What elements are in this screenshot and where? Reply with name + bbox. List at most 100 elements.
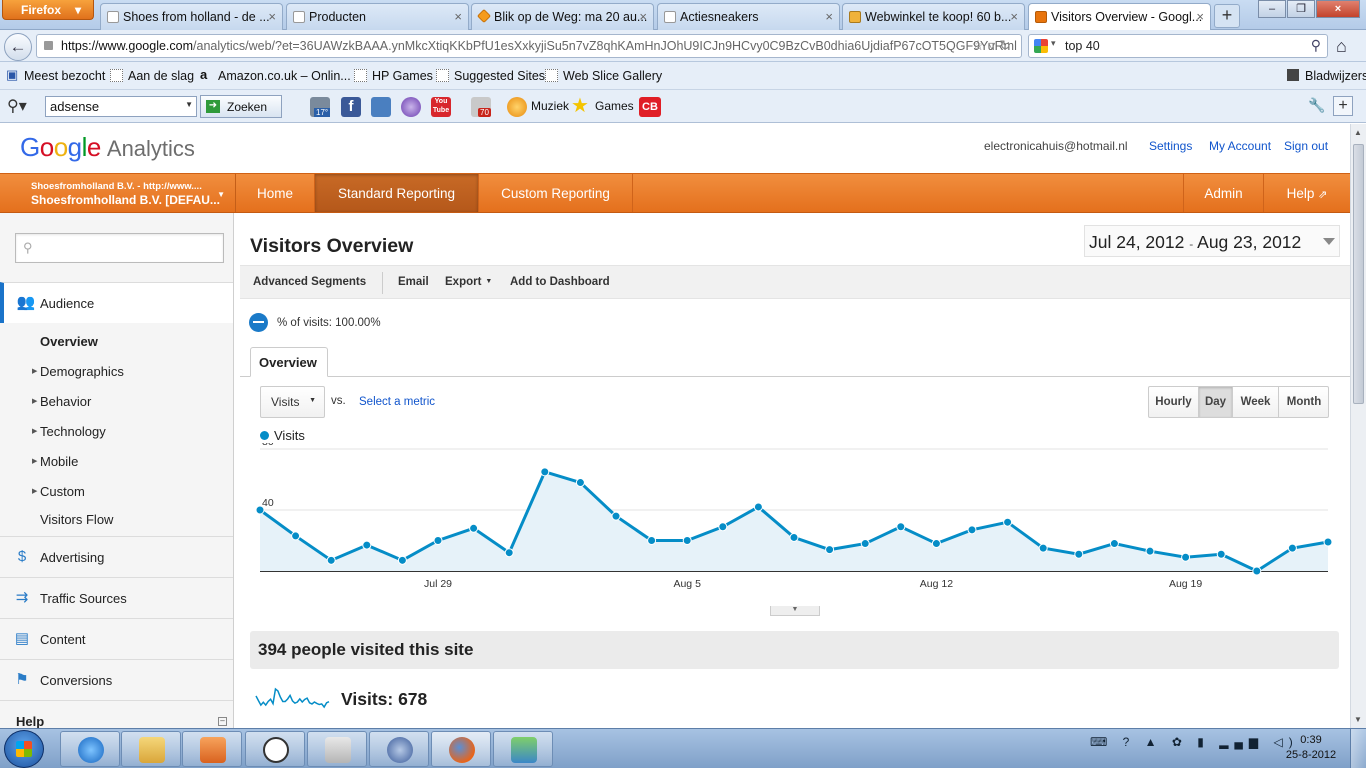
show-desktop-button[interactable] bbox=[1350, 729, 1366, 768]
data-point[interactable] bbox=[1074, 549, 1084, 559]
close-icon[interactable]: × bbox=[268, 9, 276, 24]
data-point[interactable] bbox=[504, 548, 514, 558]
data-point[interactable] bbox=[647, 536, 657, 545]
sidebar-item-behavior[interactable]: ▶ Behavior bbox=[32, 394, 91, 409]
bookmarks-menu[interactable]: Bladwijzers bbox=[1287, 69, 1366, 83]
email-button[interactable]: Email bbox=[398, 276, 429, 288]
add-to-dashboard-button[interactable]: Add to Dashboard bbox=[510, 276, 610, 288]
advanced-segments-button[interactable]: Advanced Segments bbox=[253, 276, 366, 288]
sidebar-section-audience[interactable]: 👥 Audience bbox=[0, 282, 233, 323]
nav-help[interactable]: Help ⇗ bbox=[1264, 174, 1350, 212]
taskbar-presentation[interactable] bbox=[307, 731, 367, 767]
bookmark-suggested-sites[interactable]: Suggested Sites bbox=[436, 69, 545, 83]
home-icon[interactable]: ⌂ bbox=[1336, 36, 1347, 57]
search-icon[interactable]: ⚲ bbox=[1311, 37, 1321, 54]
data-point[interactable] bbox=[362, 540, 372, 550]
browser-tab[interactable]: Webwinkel te koop! 60 b... × bbox=[842, 3, 1025, 30]
back-button[interactable]: ← bbox=[4, 33, 32, 61]
google-analytics-logo[interactable]: Google Analytics bbox=[20, 132, 195, 163]
bookmark-most-visited[interactable]: ▣ Meest bezocht bbox=[6, 67, 105, 83]
taskbar-internet-explorer[interactable] bbox=[60, 731, 120, 767]
chart-resize-handle[interactable]: ▼ bbox=[770, 606, 820, 616]
granularity-month[interactable]: Month bbox=[1279, 387, 1329, 417]
tab-overview[interactable]: Overview bbox=[250, 347, 328, 377]
sidebar-section-traffic-sources[interactable]: ⇉ Traffic Sources bbox=[0, 577, 233, 618]
data-point[interactable] bbox=[789, 532, 799, 542]
sidebar-item-visitors-flow[interactable]: Visitors Flow bbox=[40, 512, 113, 527]
data-point[interactable] bbox=[1181, 552, 1191, 562]
account-selector[interactable]: Shoesfromholland B.V. - http://www.... S… bbox=[0, 174, 236, 212]
data-point[interactable] bbox=[1287, 543, 1297, 553]
sidebar-section-conversions[interactable]: ⚑ Conversions bbox=[0, 659, 233, 701]
data-point[interactable] bbox=[753, 502, 763, 512]
export-button[interactable]: Export ▼ bbox=[445, 276, 492, 288]
taskbar-explorer[interactable] bbox=[121, 731, 181, 767]
taskbar-thunderbird[interactable] bbox=[369, 731, 429, 767]
visits-line-chart[interactable]: 40 80 Jul 29 Aug 5 Aug 12 Aug 19 bbox=[240, 443, 1350, 623]
new-tab-button[interactable]: + bbox=[1214, 4, 1240, 28]
data-point[interactable] bbox=[1003, 517, 1013, 527]
data-point[interactable] bbox=[469, 523, 479, 533]
system-clock[interactable]: 0:39 25-8-2012 bbox=[1280, 734, 1342, 761]
firefox-menu-button[interactable]: Firefox ▾ bbox=[2, 0, 94, 20]
data-point[interactable] bbox=[575, 478, 585, 488]
taskbar-firefox[interactable] bbox=[431, 731, 491, 767]
date-range-picker[interactable]: Jul 24, 2012 - Aug 23, 2012 bbox=[1084, 225, 1340, 257]
browser-search-box[interactable]: ▾ top 40 ⚲ bbox=[1028, 34, 1328, 58]
metric-select[interactable]: Visits ▼ bbox=[260, 386, 325, 418]
toolbar-search-input[interactable]: adsense ▼ bbox=[45, 96, 197, 117]
sidebar-item-overview[interactable]: Overview bbox=[40, 334, 98, 349]
data-point[interactable] bbox=[291, 531, 301, 541]
data-point[interactable] bbox=[1252, 566, 1262, 576]
taskbar-media-player[interactable] bbox=[182, 731, 242, 767]
data-point[interactable] bbox=[967, 525, 977, 535]
settings-link[interactable]: Settings bbox=[1149, 139, 1192, 153]
facebook-icon[interactable]: f bbox=[341, 97, 361, 117]
sidebar-item-demographics[interactable]: ▶ Demographics bbox=[32, 364, 124, 379]
minimize-icon[interactable]: – bbox=[218, 717, 227, 726]
bookmark-amazon[interactable]: a Amazon.co.uk – Onlin... bbox=[200, 67, 351, 83]
data-point[interactable] bbox=[1323, 537, 1333, 547]
data-point[interactable] bbox=[1145, 546, 1155, 556]
data-point[interactable] bbox=[718, 522, 728, 532]
nav-custom-reporting[interactable]: Custom Reporting bbox=[479, 174, 633, 212]
games-counter-icon[interactable]: 70 bbox=[471, 97, 491, 117]
youtube-icon[interactable]: You Tube bbox=[431, 97, 451, 117]
data-point[interactable] bbox=[1038, 543, 1048, 553]
close-icon[interactable]: × bbox=[825, 9, 833, 24]
taskbar-messenger[interactable] bbox=[493, 731, 553, 767]
sidebar-section-advertising[interactable]: $ Advertising bbox=[0, 536, 233, 577]
browser-tab[interactable]: Producten × bbox=[286, 3, 469, 30]
toolbar-search-button[interactable]: ➜ Zoeken bbox=[200, 95, 282, 118]
granularity-day[interactable]: Day bbox=[1199, 387, 1233, 417]
wrench-icon[interactable]: 🔧 bbox=[1308, 97, 1325, 114]
browser-tab-active[interactable]: Visitors Overview - Googl... × bbox=[1028, 3, 1211, 31]
sign-out-link[interactable]: Sign out bbox=[1284, 139, 1328, 153]
nav-standard-reporting[interactable]: Standard Reporting bbox=[315, 174, 479, 212]
data-point[interactable] bbox=[255, 505, 265, 515]
taskbar-hp[interactable] bbox=[245, 731, 305, 767]
close-icon[interactable]: × bbox=[1196, 9, 1204, 24]
games-link[interactable]: Games bbox=[595, 99, 634, 113]
close-icon[interactable]: × bbox=[1010, 9, 1018, 24]
window-close-button[interactable]: × bbox=[1316, 0, 1360, 18]
close-icon[interactable]: × bbox=[639, 9, 647, 24]
bookmark-web-slice-gallery[interactable]: Web Slice Gallery bbox=[545, 69, 662, 83]
scrollbar-thumb[interactable] bbox=[1353, 144, 1364, 404]
bookmark-getting-started[interactable]: Aan de slag bbox=[110, 69, 194, 83]
data-point[interactable] bbox=[931, 539, 941, 549]
granularity-hourly[interactable]: Hourly bbox=[1149, 387, 1199, 417]
star-icon[interactable]: ★ bbox=[571, 96, 591, 117]
browser-tab[interactable]: Shoes from holland - de ... × bbox=[100, 3, 283, 30]
mail-icon[interactable] bbox=[371, 97, 391, 117]
minimize-button[interactable]: – bbox=[1258, 0, 1286, 18]
music-link[interactable]: Muziek bbox=[531, 99, 569, 113]
my-account-link[interactable]: My Account bbox=[1209, 139, 1271, 153]
messenger-icon[interactable] bbox=[401, 97, 421, 117]
scroll-up-icon[interactable]: ▲ bbox=[1354, 128, 1362, 137]
maximize-button[interactable]: ❐ bbox=[1287, 0, 1315, 18]
music-icon[interactable] bbox=[507, 97, 527, 117]
sidebar-item-mobile[interactable]: ▶ Mobile bbox=[32, 454, 78, 469]
sidebar-search-input[interactable]: ⚲ bbox=[15, 233, 224, 263]
data-point[interactable] bbox=[896, 522, 906, 532]
